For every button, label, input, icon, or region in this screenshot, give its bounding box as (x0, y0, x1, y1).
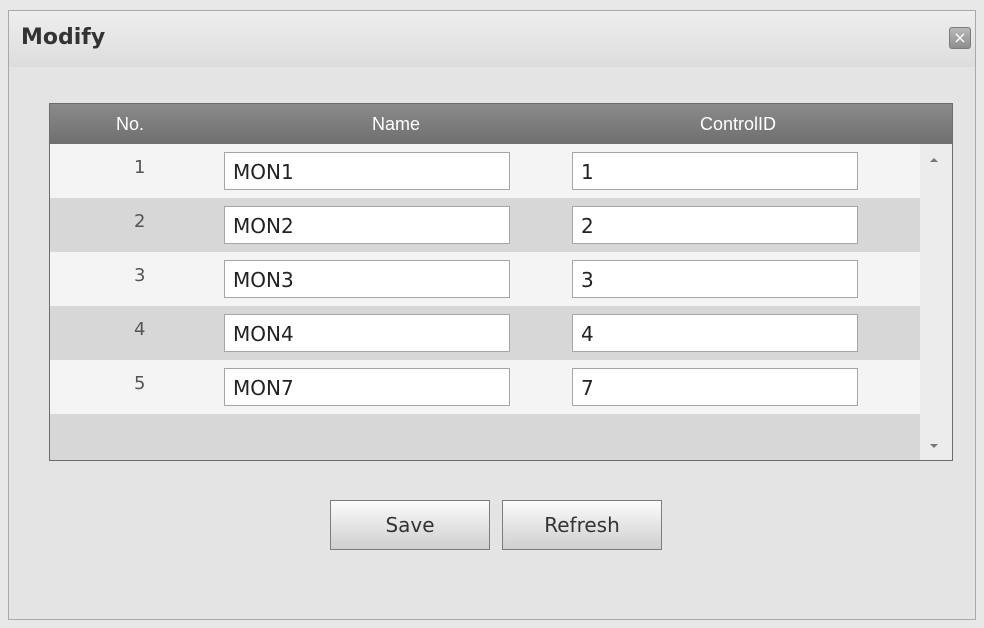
save-button[interactable]: Save (330, 500, 490, 550)
table-row: 5 MON7 7 (50, 360, 920, 414)
close-icon[interactable]: × (949, 27, 971, 49)
empty-table-row (50, 414, 920, 460)
control-id-input[interactable]: 1 (572, 152, 858, 190)
name-input[interactable]: MON7 (224, 368, 510, 406)
table-header: No. Name ControlID (50, 104, 952, 144)
name-input[interactable]: MON4 (224, 314, 510, 352)
row-number: 2 (134, 211, 146, 232)
vertical-scrollbar[interactable] (920, 144, 952, 460)
table-body: 1 MON1 1 2 MON2 2 3 MON3 3 4 MON4 4 5 MO (50, 144, 920, 460)
row-number: 3 (134, 265, 146, 286)
row-number: 4 (134, 319, 146, 340)
table-row: 2 MON2 2 (50, 198, 920, 252)
control-id-input[interactable]: 4 (572, 314, 858, 352)
name-input[interactable]: MON2 (224, 206, 510, 244)
refresh-button[interactable]: Refresh (502, 500, 662, 550)
table-row: 3 MON3 3 (50, 252, 920, 306)
header-control-id: ControlID (700, 114, 777, 134)
table-row: 4 MON4 4 (50, 306, 920, 360)
control-id-input[interactable]: 3 (572, 260, 858, 298)
monitor-table: No. Name ControlID 1 MON1 1 2 MON2 2 3 M… (49, 103, 953, 461)
dialog-title: Modify (21, 25, 106, 50)
title-bar: Modify × (9, 11, 975, 67)
row-number: 1 (134, 157, 146, 178)
name-input[interactable]: MON3 (224, 260, 510, 298)
modify-dialog: Modify × No. Name ControlID 1 MON1 1 2 M… (8, 10, 976, 620)
name-input[interactable]: MON1 (224, 152, 510, 190)
table-row: 1 MON1 1 (50, 144, 920, 198)
scroll-down-icon[interactable] (930, 444, 938, 448)
control-id-input[interactable]: 7 (572, 368, 858, 406)
control-id-input[interactable]: 2 (572, 206, 858, 244)
header-name: Name (372, 114, 421, 134)
row-number: 5 (134, 373, 146, 394)
header-no: No. (116, 114, 145, 134)
scroll-up-icon[interactable] (930, 158, 938, 162)
